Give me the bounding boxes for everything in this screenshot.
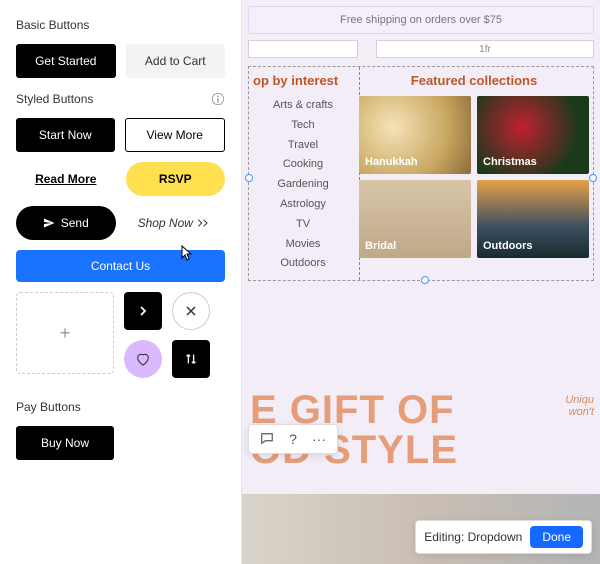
collection-tile-hanukkah[interactable]: Hanukkah <box>359 96 471 174</box>
collection-tile-bridal[interactable]: Bridal <box>359 180 471 258</box>
help-icon[interactable]: ? <box>285 431 301 447</box>
sort-arrows-icon <box>184 352 198 366</box>
chevron-right-button[interactable] <box>124 292 162 330</box>
pay-buttons-title: Pay Buttons <box>16 400 225 414</box>
components-panel: Basic Buttons Get Started Add to Cart St… <box>0 0 242 564</box>
featured-title: Featured collections <box>359 73 589 88</box>
list-item[interactable]: Travel <box>253 136 353 156</box>
shop-now-label: Shop Now <box>138 216 193 230</box>
close-button[interactable] <box>172 292 210 330</box>
start-now-button[interactable]: Start Now <box>16 118 115 152</box>
editor-canvas[interactable]: Free shipping on orders over $75 1fr op … <box>242 0 600 564</box>
list-item[interactable]: Gardening <box>253 175 353 195</box>
list-item[interactable]: TV <box>253 215 353 235</box>
tile-label: Bridal <box>365 240 396 252</box>
chevron-right-icon <box>138 306 148 316</box>
read-more-button[interactable]: Read More <box>16 162 116 196</box>
add-to-cart-button[interactable]: Add to Cart <box>126 44 226 78</box>
close-icon <box>185 305 197 317</box>
rsvp-button[interactable]: RSVP <box>126 162 226 196</box>
featured-collections-column: Featured collections Hanukkah Christmas … <box>359 73 589 274</box>
context-toolbar: ? ··· <box>248 424 338 454</box>
comment-icon[interactable] <box>259 431 275 447</box>
plus-icon: + <box>60 323 71 344</box>
promo-banner: Free shipping on orders over $75 <box>248 6 594 34</box>
list-item[interactable]: Arts & crafts <box>253 96 353 116</box>
more-icon[interactable]: ··· <box>311 431 327 447</box>
collection-tile-outdoors[interactable]: Outdoors <box>477 180 589 258</box>
resize-handle-left[interactable] <box>245 174 253 182</box>
shop-now-button[interactable]: Shop Now <box>126 206 226 240</box>
interest-list: Arts & crafts Tech Travel Cooking Garden… <box>253 96 353 274</box>
send-label: Send <box>61 216 89 230</box>
collection-tile-christmas[interactable]: Christmas <box>477 96 589 174</box>
tile-label: Christmas <box>483 156 537 168</box>
list-item[interactable]: Movies <box>253 235 353 255</box>
list-item[interactable]: Tech <box>253 116 353 136</box>
double-chevron-right-icon <box>197 218 213 228</box>
editing-status-bar: Editing: Dropdown Done <box>415 520 592 554</box>
send-button[interactable]: Send <box>16 206 116 240</box>
interest-title: op by interest <box>253 73 353 88</box>
list-item[interactable]: Cooking <box>253 155 353 175</box>
paper-plane-icon <box>43 217 55 229</box>
sort-button[interactable] <box>172 340 210 378</box>
editing-label: Editing: Dropdown <box>424 530 522 544</box>
favorite-button[interactable] <box>124 340 162 378</box>
hero-subtext: Uniqu won't <box>565 394 594 418</box>
list-item[interactable]: Astrology <box>253 195 353 215</box>
list-item[interactable]: Outdoors <box>253 254 353 274</box>
shop-by-interest-column: op by interest Arts & crafts Tech Travel… <box>253 73 353 274</box>
selected-section[interactable]: op by interest Arts & crafts Tech Travel… <box>248 66 594 281</box>
basic-buttons-title: Basic Buttons <box>16 18 225 32</box>
ruler-label: 1fr <box>376 40 594 58</box>
heart-icon <box>135 351 151 367</box>
pointer-cursor-icon <box>178 245 194 263</box>
view-more-button[interactable]: View More <box>125 118 226 152</box>
resize-handle-right[interactable] <box>589 174 597 182</box>
get-started-button[interactable]: Get Started <box>16 44 116 78</box>
grid-ruler: 1fr <box>248 40 594 60</box>
resize-handle-bottom[interactable] <box>421 276 429 284</box>
add-component-placeholder[interactable]: + <box>16 292 114 374</box>
done-button[interactable]: Done <box>530 526 583 548</box>
styled-buttons-title: Styled Buttons <box>16 92 93 106</box>
tile-label: Hanukkah <box>365 156 418 168</box>
buy-now-button[interactable]: Buy Now <box>16 426 114 460</box>
info-icon[interactable] <box>211 92 225 106</box>
tile-label: Outdoors <box>483 240 533 252</box>
